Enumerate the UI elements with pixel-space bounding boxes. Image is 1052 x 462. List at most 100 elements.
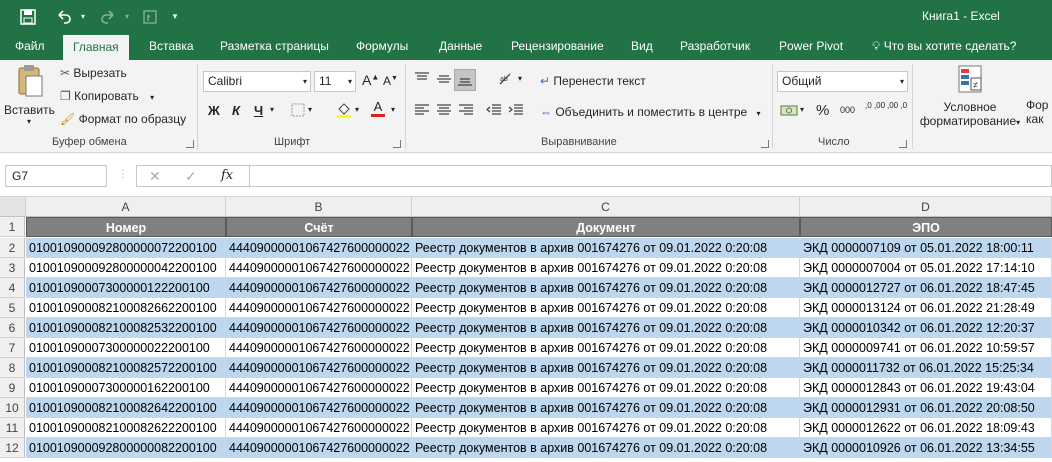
table-cell[interactable]: 010010900082100082642200100 (26, 398, 226, 418)
save-icon[interactable] (14, 3, 42, 31)
row-header[interactable]: 12 (0, 438, 25, 458)
decrease-decimal-button[interactable]: ,00 ,0 (887, 101, 907, 110)
format-painter-button[interactable]: 🖌︎ Формат по образцу (60, 112, 186, 126)
tab-home[interactable]: Главная (63, 35, 129, 60)
tab-power-pivot[interactable]: Power Pivot (779, 33, 843, 60)
table-cell[interactable]: Реестр документов в архив 001674276 от 0… (412, 378, 800, 398)
column-header-a[interactable]: A (26, 197, 226, 217)
orientation-dropdown-icon[interactable]: ▾ (518, 74, 522, 83)
table-cell[interactable]: 44409000001067427600000022 (226, 358, 412, 378)
table-cell[interactable]: 010010900092800000042200100 (26, 258, 226, 278)
clipboard-launcher-icon[interactable] (186, 140, 194, 148)
paste-button[interactable]: Вставить ▾ (4, 64, 55, 134)
redo-icon[interactable] (94, 3, 122, 31)
tab-insert[interactable]: Вставка (149, 33, 194, 60)
enter-icon[interactable]: ✓ (185, 168, 197, 185)
table-cell[interactable]: Реестр документов в архив 001674276 от 0… (412, 278, 800, 298)
name-box-resize-icon[interactable]: ⋮ (118, 169, 128, 180)
currency-button[interactable] (780, 103, 798, 120)
table-cell[interactable]: ЭКД 0000009741 от 06.01.2022 10:59:57 (800, 338, 1052, 358)
tab-formulas[interactable]: Формулы (356, 33, 408, 60)
customize-qat-icon[interactable]: ▾ (168, 3, 182, 31)
row-header[interactable]: 3 (0, 258, 25, 278)
header-cell-epo[interactable]: ЭПО (800, 217, 1052, 237)
table-cell[interactable]: 44409000001067427600000022 (226, 258, 412, 278)
table-cell[interactable]: 44409000001067427600000022 (226, 438, 412, 458)
align-right-button[interactable] (458, 104, 474, 119)
align-center-button[interactable] (436, 104, 452, 119)
align-middle-button[interactable] (436, 72, 452, 89)
font-size-select[interactable]: 11 ▾ (314, 71, 356, 92)
number-launcher-icon[interactable] (899, 140, 907, 148)
align-bottom-button[interactable] (454, 69, 476, 91)
table-cell[interactable]: ЭКД 0000012622 от 06.01.2022 18:09:43 (800, 418, 1052, 438)
table-cell[interactable]: Реестр документов в архив 001674276 от 0… (412, 298, 800, 318)
header-cell-document[interactable]: Документ (412, 217, 800, 237)
row-header[interactable]: 8 (0, 358, 25, 378)
tab-view[interactable]: Вид (631, 33, 653, 60)
table-cell[interactable]: ЭКД 0000012931 от 06.01.2022 20:08:50 (800, 398, 1052, 418)
table-cell[interactable]: Реестр документов в архив 001674276 от 0… (412, 418, 800, 438)
cut-button[interactable]: ✂ Вырезать (60, 66, 127, 80)
header-cell-account[interactable]: Счёт (226, 217, 412, 237)
number-format-select[interactable]: Общий ▾ (777, 71, 908, 92)
column-header-d[interactable]: D (800, 197, 1052, 217)
table-cell[interactable]: 010010900092800000082200100 (26, 438, 226, 458)
align-left-button[interactable] (414, 104, 430, 119)
cancel-icon[interactable]: ✕ (149, 168, 161, 185)
table-cell[interactable]: ЭКД 0000012727 от 06.01.2022 18:47:45 (800, 278, 1052, 298)
underline-button[interactable]: Ч (254, 103, 263, 118)
tab-developer[interactable]: Разработчик (680, 33, 750, 60)
fill-dropdown-icon[interactable]: ▾ (355, 105, 359, 114)
borders-dropdown-icon[interactable]: ▾ (308, 105, 312, 114)
wrap-text-button[interactable]: ↵ Перенести текст (540, 74, 646, 88)
formula-input[interactable] (250, 165, 1052, 187)
bold-button[interactable]: Ж (208, 103, 220, 118)
row-header[interactable]: 1 (0, 217, 25, 237)
comma-style-button[interactable]: 000 (840, 105, 855, 115)
fill-color-button[interactable] (336, 101, 352, 122)
grow-font-button[interactable]: A▲ (362, 72, 379, 88)
redo-dropdown-icon[interactable]: ▾ (122, 3, 132, 31)
table-cell[interactable]: 01001090007300000162200100 (26, 378, 226, 398)
table-cell[interactable]: 44409000001067427600000022 (226, 238, 412, 258)
borders-button[interactable] (291, 103, 305, 120)
table-cell[interactable]: Реестр документов в архив 001674276 от 0… (412, 238, 800, 258)
touch-mode-icon[interactable] (136, 3, 164, 31)
font-color-button[interactable]: A (371, 100, 385, 117)
table-cell[interactable]: ЭКД 0000013124 от 06.01.2022 21:28:49 (800, 298, 1052, 318)
table-cell[interactable]: ЭКД 0000007109 от 05.01.2022 18:00:11 (800, 238, 1052, 258)
table-cell[interactable]: 44409000001067427600000022 (226, 398, 412, 418)
header-cell-number[interactable]: Номер (26, 217, 226, 237)
insert-function-button[interactable]: fx (221, 168, 233, 183)
table-cell[interactable]: 44409000001067427600000022 (226, 418, 412, 438)
underline-dropdown-icon[interactable]: ▾ (270, 105, 274, 114)
table-cell[interactable]: 01001090007300000122200100 (26, 278, 226, 298)
font-name-select[interactable]: Calibri ▾ (203, 71, 311, 92)
row-header[interactable]: 2 (0, 238, 25, 258)
table-cell[interactable]: ЭКД 0000007004 от 05.01.2022 17:14:10 (800, 258, 1052, 278)
shrink-font-button[interactable]: A▼ (383, 74, 398, 88)
select-all-corner[interactable] (0, 197, 26, 217)
row-header[interactable]: 11 (0, 418, 25, 438)
table-cell[interactable]: 010010900092800000072200100 (26, 238, 226, 258)
row-header[interactable]: 5 (0, 298, 25, 318)
table-cell[interactable]: Реестр документов в архив 001674276 от 0… (412, 398, 800, 418)
table-cell[interactable]: 010010900082100082532200100 (26, 318, 226, 338)
tab-file[interactable]: Файл (15, 33, 45, 60)
table-cell[interactable]: Реестр документов в архив 001674276 от 0… (412, 438, 800, 458)
table-cell[interactable]: Реестр документов в архив 001674276 от 0… (412, 258, 800, 278)
undo-dropdown-icon[interactable]: ▾ (78, 3, 88, 31)
table-cell[interactable]: 44409000001067427600000022 (226, 378, 412, 398)
table-cell[interactable]: ЭКД 0000011732 от 06.01.2022 15:25:34 (800, 358, 1052, 378)
row-header[interactable]: 6 (0, 318, 25, 338)
table-cell[interactable]: 44409000001067427600000022 (226, 318, 412, 338)
font-launcher-icon[interactable] (393, 140, 401, 148)
table-cell[interactable]: 01001090007300000022200100 (26, 338, 226, 358)
tell-me-search[interactable]: 💡︎ Что вы хотите сделать? (872, 33, 1016, 60)
row-header[interactable]: 4 (0, 278, 25, 298)
table-cell[interactable]: 44409000001067427600000022 (226, 278, 412, 298)
table-cell[interactable]: 010010900082100082662200100 (26, 298, 226, 318)
conditional-formatting-button[interactable]: ≠ Условное форматирование▾ (918, 64, 1022, 128)
align-top-button[interactable] (414, 72, 430, 89)
